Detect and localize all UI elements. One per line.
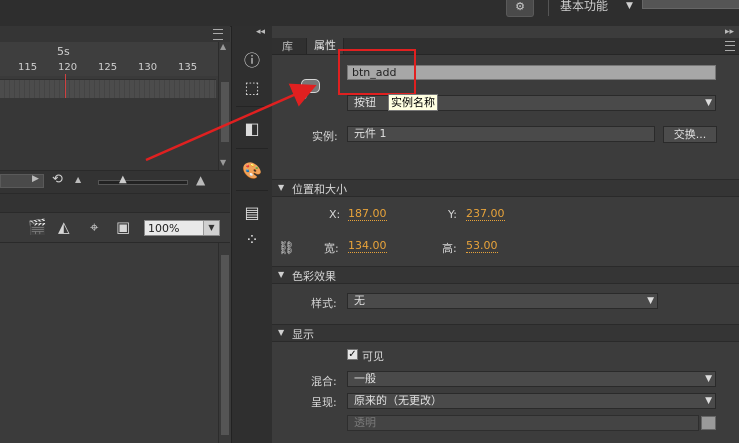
- width-label: 宽:: [324, 242, 339, 255]
- library-icon[interactable]: ◧: [240, 118, 264, 140]
- render-label: 呈现:: [311, 396, 337, 409]
- clip-icon[interactable]: ▣: [116, 218, 130, 236]
- annotation-highlight-box: [338, 49, 416, 95]
- blend-select[interactable]: 一般 ▼: [347, 371, 716, 387]
- chevron-down-icon[interactable]: ▼: [647, 294, 654, 308]
- section-color-effect[interactable]: ▼ 色彩效果: [272, 266, 739, 284]
- style-select[interactable]: 无 ▼: [347, 293, 658, 309]
- blend-label: 混合:: [311, 375, 337, 388]
- frame-tick: 135: [178, 62, 198, 73]
- instance-of-field: 元件 1: [347, 126, 655, 142]
- timeline-zoom-slider[interactable]: [98, 180, 188, 185]
- scroll-thumb[interactable]: [221, 255, 229, 435]
- swap-button[interactable]: 交换...: [663, 126, 717, 143]
- chevron-down-icon[interactable]: ▼: [705, 96, 712, 110]
- chevron-down-icon[interactable]: ▼: [626, 1, 633, 11]
- transform-icon[interactable]: ⬚: [240, 77, 264, 99]
- tab-library[interactable]: 库: [278, 39, 297, 54]
- visible-checkbox[interactable]: ✓: [347, 349, 358, 360]
- loop-icon[interactable]: ⟲: [52, 172, 63, 187]
- section-title: 位置和大小: [292, 183, 347, 196]
- frame-tick: 125: [98, 62, 118, 73]
- chevron-up-icon[interactable]: ▲: [220, 42, 226, 51]
- blend-value: 一般: [354, 372, 376, 385]
- width-value[interactable]: 134.00: [348, 240, 387, 253]
- center-stage-icon[interactable]: ⌖: [90, 218, 98, 236]
- slider-thumb[interactable]: ▲: [119, 174, 127, 185]
- style-label: 样式:: [311, 297, 337, 310]
- transparent-field: 透明: [347, 415, 699, 431]
- expand-triangle-icon[interactable]: ▼: [278, 328, 284, 337]
- section-position-size[interactable]: ▼ 位置和大小: [272, 179, 739, 197]
- stage-header: [0, 194, 230, 213]
- stage-area[interactable]: [0, 243, 218, 443]
- workspace-label[interactable]: 基本功能: [560, 0, 608, 14]
- search-input[interactable]: [642, 0, 739, 9]
- chevron-down-icon[interactable]: ▼: [220, 158, 226, 167]
- scroll-thumb[interactable]: [221, 82, 229, 142]
- expand-triangle-icon[interactable]: ▼: [278, 183, 284, 192]
- info-icon[interactable]: ⓘ: [240, 50, 264, 72]
- zoom-out-icon[interactable]: ▲: [75, 175, 81, 184]
- x-label: X:: [329, 208, 341, 221]
- zoom-value: 100%: [148, 222, 180, 235]
- style-value: 无: [354, 294, 365, 307]
- height-label: 高:: [442, 242, 457, 255]
- seconds-label: 5s: [57, 45, 70, 58]
- panel-menu-icon[interactable]: [213, 29, 223, 40]
- y-label: Y:: [448, 208, 457, 221]
- symbol-type-value: 按钮: [354, 96, 376, 109]
- gear-icon[interactable]: ⚙: [506, 0, 534, 17]
- divider: [236, 106, 268, 107]
- render-value: 原来的（无更改）: [354, 394, 442, 407]
- visible-label: 可见: [362, 350, 384, 363]
- height-value[interactable]: 53.00: [466, 240, 498, 253]
- chevron-down-icon[interactable]: ▼: [203, 221, 219, 235]
- timeline-scrollbar[interactable]: [218, 42, 231, 170]
- collapse-icon[interactable]: ▸▸: [725, 27, 734, 37]
- chevron-down-icon[interactable]: ▼: [705, 372, 712, 386]
- divider: [236, 148, 268, 149]
- timeline-header: [0, 26, 230, 43]
- layer-area: [0, 98, 218, 170]
- zoom-in-icon[interactable]: ▲: [196, 173, 205, 187]
- section-display[interactable]: ▼ 显示: [272, 324, 739, 342]
- zoom-select[interactable]: 100% ▼: [144, 220, 220, 236]
- panel-menu-icon[interactable]: [725, 41, 735, 51]
- playhead[interactable]: [65, 74, 66, 98]
- instance-of-label: 实例:: [312, 130, 338, 143]
- chevron-down-icon[interactable]: ▼: [705, 394, 712, 408]
- align-icon[interactable]: ▤: [240, 202, 264, 224]
- frame-cells[interactable]: [0, 79, 216, 99]
- frame-tick: 130: [138, 62, 158, 73]
- button-symbol-icon: [301, 79, 320, 93]
- render-select[interactable]: 原来的（无更改） ▼: [347, 393, 716, 409]
- frame-tick: 120: [58, 62, 78, 73]
- clapper-icon[interactable]: 🎬: [28, 218, 47, 236]
- section-title: 显示: [292, 328, 314, 341]
- link-icon[interactable]: ⛓: [278, 241, 295, 256]
- expand-triangle-icon[interactable]: ▼: [278, 270, 284, 279]
- tooltip: 实例名称: [388, 94, 438, 111]
- stage-scrollbar[interactable]: [218, 243, 231, 443]
- chevron-right-icon[interactable]: ▶: [32, 174, 39, 184]
- divider: [236, 190, 268, 191]
- frame-tick: 115: [18, 62, 38, 73]
- divider: [548, 0, 549, 16]
- collapse-icon[interactable]: ◂◂: [256, 27, 265, 37]
- symbol-edit-icon[interactable]: ◭: [58, 218, 70, 236]
- chevron-down-icon: ▼: [303, 92, 309, 100]
- section-title: 色彩效果: [292, 270, 336, 283]
- y-value[interactable]: 237.00: [466, 208, 505, 221]
- color-swatch: [701, 416, 716, 430]
- x-value[interactable]: 187.00: [348, 208, 387, 221]
- palette-icon[interactable]: 🎨: [240, 160, 264, 182]
- motion-presets-icon[interactable]: ⁘: [240, 229, 264, 251]
